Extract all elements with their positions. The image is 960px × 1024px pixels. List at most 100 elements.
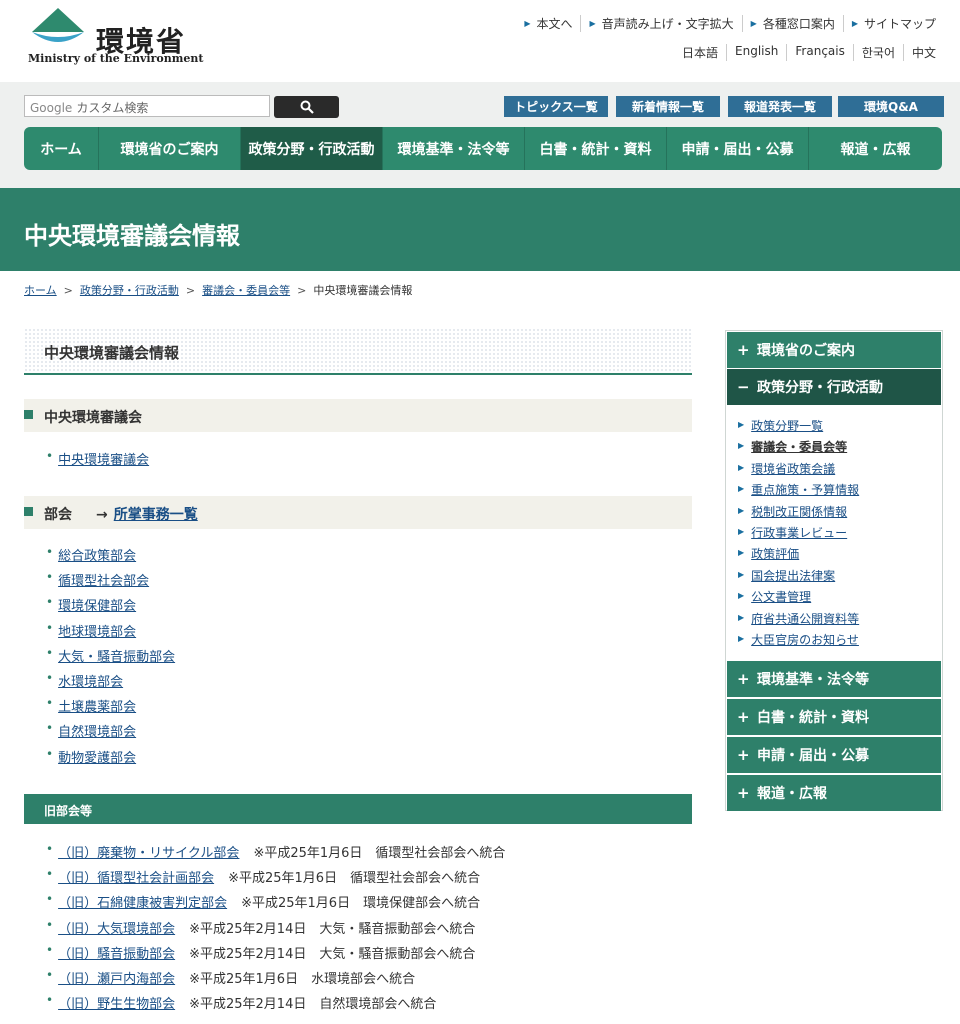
quick-link-topics[interactable]: トピックス一覧 [504,96,608,117]
bullet-icon: • [46,721,54,736]
breadcrumb-policy[interactable]: 政策分野・行政活動 [80,284,179,297]
side-nav-about[interactable]: + 環境省のご案内 [727,332,941,368]
side-sub-link[interactable]: 国会提出法律案 [751,567,835,584]
subcommittee-link[interactable]: 大気・騒音振動部会 [58,646,175,665]
subcommittee-link[interactable]: 地球環境部会 [58,621,136,640]
bullet-icon: • [46,570,54,585]
bullet-icon: • [46,967,54,982]
util-link-skip[interactable]: ▶ 本文へ [516,15,580,32]
bullet-icon: • [46,645,54,660]
subcommittee-link[interactable]: 総合政策部会 [58,545,136,564]
gnav-about[interactable]: 環境省のご案内 [98,127,240,170]
gnav-whitepapers[interactable]: 白書・統計・資料 [524,127,666,170]
side-sub-link[interactable]: 政策分野一覧 [751,417,823,434]
side-nav-standards[interactable]: + 環境基準・法令等 [727,661,941,697]
old-subcommittee-link[interactable]: （旧）石綿健康被害判定部会 [58,892,227,911]
subcommittee-link[interactable]: 環境保健部会 [58,595,136,614]
bullet-icon: • [46,892,54,907]
subcommittee-link[interactable]: 循環型社会部会 [58,570,149,589]
side-nav-whitepapers[interactable]: + 白書・統計・資料 [727,699,941,735]
util-link-contact[interactable]: ▶ 各種窓口案内 [741,15,843,32]
section-council-header: 中央環境審議会 [24,399,692,432]
side-sub-link[interactable]: 税制改正関係情報 [751,503,847,520]
list-item: • 土壌農薬部会 [46,696,175,721]
quick-link-press[interactable]: 報道発表一覧 [728,96,832,117]
old-subcommittee-link[interactable]: （旧）野生生物部会 [58,993,175,1012]
site-header: 環境省 Ministry of the Environment ▶ 本文へ ▶ 音声… [0,0,960,82]
logo-text-en: Ministry of the Environment [28,52,204,65]
old-subcommittee-link[interactable]: （旧）瀬戸内海部会 [58,968,175,987]
side-sub-link[interactable]: 府省共通公開資料等 [751,610,859,627]
gnav-policy[interactable]: 政策分野・行政活動 [240,127,382,170]
list-item: • （旧）廃棄物・リサイクル部会 ※平成25年1月6日 循環型社会部会へ統合 [46,842,505,867]
side-sub-item: ▶ 政策分野一覧 [738,417,859,438]
subcommittee-link[interactable]: 水環境部会 [58,671,123,690]
side-sub-link[interactable]: 大臣官房のお知らせ [751,631,859,648]
list-item: • 地球環境部会 [46,621,175,646]
side-sub-link[interactable]: 審議会・委員会等 [751,438,847,455]
side-nav-applications[interactable]: + 申請・届出・公募 [727,737,941,773]
subcommittee-link[interactable]: 土壌農薬部会 [58,696,136,715]
section-subcommittee-header: 部会 → 所掌事務一覧 [24,496,692,529]
side-sub-link[interactable]: 政策評価 [751,545,799,562]
merge-note: ※平成25年1月6日 水環境部会へ統合 [189,971,416,987]
triangle-right-icon: ▶ [738,484,745,494]
lang-japanese[interactable]: 日本語 [674,44,726,61]
list-item: • 動物愛護部会 [46,747,175,772]
quick-link-new[interactable]: 新着情報一覧 [616,96,720,117]
side-sub-item-current: ▶ 審議会・委員会等 [738,438,859,459]
breadcrumb-current: 中央環境審議会情報 [313,284,413,297]
util-link-sitemap[interactable]: ▶ サイトマップ [842,15,944,32]
side-sub-link[interactable]: 環境省政策会議 [751,460,835,477]
old-subcommittee-list: • （旧）廃棄物・リサイクル部会 ※平成25年1月6日 循環型社会部会へ統合 • （旧… [46,842,505,1018]
old-subcommittee-link[interactable]: （旧）大気環境部会 [58,918,175,937]
breadcrumb-separator: > [63,284,73,297]
side-sub-link[interactable]: 重点施策・予算情報 [751,481,859,498]
merge-note: ※平成25年1月6日 循環型社会部会へ統合 [228,871,481,887]
merge-note: ※平成25年2月14日 自然環境部会へ統合 [189,997,437,1013]
gnav-press[interactable]: 報道・広報 [808,127,942,170]
jurisdiction-list-link[interactable]: 所掌事務一覧 [114,507,198,523]
gnav-applications[interactable]: 申請・届出・公募 [666,127,808,170]
bullet-icon: • [46,545,54,559]
gnav-standards[interactable]: 環境基準・法令等 [382,127,524,170]
list-item: • （旧）野生生物部会 ※平成25年2月14日 自然環境部会へ統合 [46,993,505,1018]
subcommittee-link[interactable]: 動物愛護部会 [58,747,136,766]
util-link-accessibility[interactable]: ▶ 音声読み上げ・文字拡大 [580,15,741,32]
breadcrumb-councils[interactable]: 審議会・委員会等 [202,284,290,297]
lang-chinese[interactable]: 中文 [902,44,944,61]
side-sub-item: ▶ 行政事業レビュー [738,524,859,545]
council-link[interactable]: 中央環境審議会 [58,449,149,468]
quick-link-qa[interactable]: 環境Q&A [838,96,944,117]
breadcrumb-separator: > [297,284,307,297]
breadcrumb-home[interactable]: ホーム [24,284,57,297]
lang-english[interactable]: English [726,44,786,61]
side-sub-link[interactable]: 公文書管理 [751,588,811,605]
search-button[interactable] [274,96,339,118]
list-item: • 循環型社会部会 [46,570,175,595]
merge-note: ※平成25年1月6日 循環型社会部会へ統合 [253,846,506,861]
old-subcommittee-link[interactable]: （旧）循環型社会計画部会 [58,867,214,886]
side-sub-link[interactable]: 行政事業レビュー [751,524,847,541]
merge-note: ※平成25年2月14日 大気・騒音振動部会へ統合 [189,921,476,937]
search-input[interactable]: Google カスタム検索 [24,95,270,117]
lang-french[interactable]: Français [786,44,852,61]
bullet-icon: • [46,670,54,685]
side-nav-press[interactable]: + 報道・広報 [727,775,941,811]
subcommittee-list: • 総合政策部会 • 循環型社会部会 • 環境保健部会 • 地球環境部会 • 大気・騒音振… [46,545,175,772]
old-subcommittee-link[interactable]: （旧）廃棄物・リサイクル部会 [58,842,239,861]
old-subcommittee-link[interactable]: （旧）騒音振動部会 [58,943,175,962]
old-subcommittee-title: 旧部会等 [44,804,93,818]
lang-korean[interactable]: 한국어 [852,44,903,61]
bullet-icon: • [46,746,54,761]
plus-icon: + [737,708,750,726]
google-brand: Google [30,101,73,115]
subcommittee-link[interactable]: 自然環境部会 [58,721,136,740]
gnav-home[interactable]: ホーム [24,127,98,170]
leaf-logo-icon [32,8,84,42]
language-nav: 日本語 English Français 한국어 中文 [674,44,944,61]
side-sub-item: ▶ 大臣官房のお知らせ [738,631,859,652]
site-logo[interactable]: 環境省 Ministry of the Environment [26,8,203,68]
side-nav: + 環境省のご案内 − 政策分野・行政活動 ▶ 政策分野一覧 ▶ 審議会・委員会等 ▶ 環… [725,330,943,811]
side-nav-policy[interactable]: − 政策分野・行政活動 [727,369,941,405]
